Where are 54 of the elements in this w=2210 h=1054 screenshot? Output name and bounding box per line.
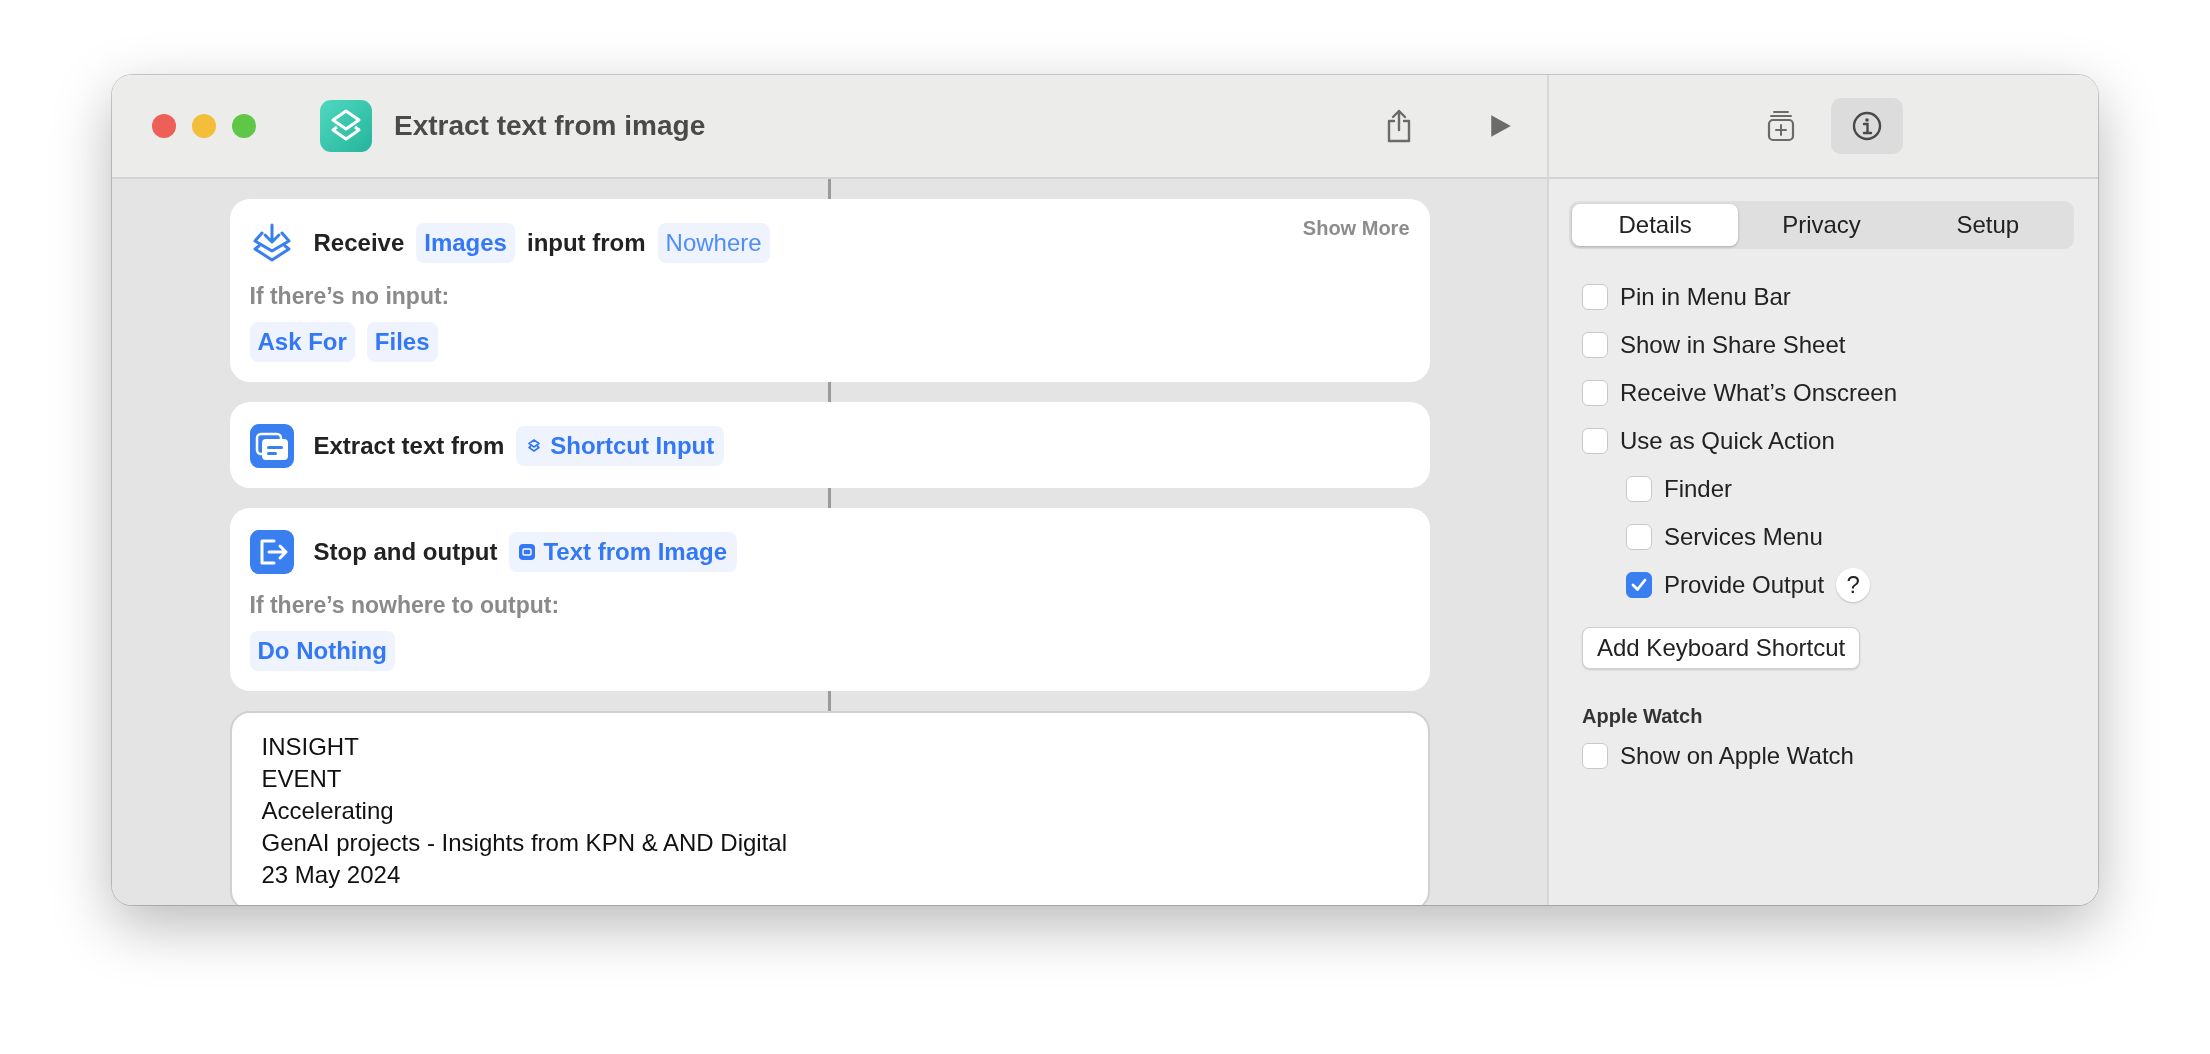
close-button[interactable] (152, 114, 176, 138)
action-card[interactable]: Receive Images input from Nowhere Show More If there’s no input: Ask For Files (229, 199, 1430, 382)
checkbox-label: Services Menu (1664, 523, 1823, 551)
fallback-token[interactable]: Ask For (249, 322, 355, 362)
layers-icon (526, 438, 543, 454)
help-button[interactable]: ? (1836, 568, 1871, 602)
checkbox-label: Use as Quick Action (1620, 427, 1835, 455)
checkbox-label: Pin in Menu Bar (1620, 283, 1791, 311)
info-icon (1850, 110, 1883, 142)
checkbox[interactable] (1626, 524, 1652, 550)
image-text-icon (519, 544, 536, 560)
checkbox[interactable] (1582, 380, 1608, 406)
action-card[interactable]: Stop and output Text from Image If there’s nowhere to output: Do Nothing (229, 508, 1430, 691)
result-text-line: INSIGHT (261, 732, 360, 762)
checkbox[interactable] (1626, 476, 1652, 502)
result-text-line: 23 May 2024 (261, 860, 402, 890)
checkbox-label: Finder (1664, 475, 1733, 503)
add-keyboard-shortcut-button[interactable]: Add Keyboard Shortcut (1582, 627, 1861, 669)
zoom-button[interactable] (232, 114, 256, 138)
result-text-line: Accelerating (261, 796, 395, 826)
checkbox[interactable] (1626, 572, 1652, 598)
checkbox[interactable] (1582, 743, 1608, 769)
checkbox-label: Receive What’s Onscreen (1620, 379, 1897, 407)
image-text-icon (249, 424, 294, 468)
checkbox[interactable] (1582, 332, 1608, 358)
checkbox[interactable] (1582, 428, 1608, 454)
fallback-label: If there’s nowhere to output: (249, 592, 561, 619)
window-title: Extract text from image (394, 110, 706, 142)
checkbox[interactable] (1582, 284, 1608, 310)
minimize-button[interactable] (192, 114, 216, 138)
action-card[interactable]: Extract text from Shortcut Input (229, 402, 1430, 488)
inspector-tab[interactable]: Setup (1904, 204, 2071, 246)
layers-app-icon (320, 100, 372, 152)
result-text-line: EVENT (261, 764, 343, 794)
variable-token[interactable]: Text from Image (509, 532, 738, 572)
inspector-tab[interactable]: Privacy (1738, 204, 1905, 246)
checkbox-label: Show on Apple Watch (1620, 742, 1854, 770)
section-heading: Apple Watch (1582, 705, 1704, 728)
checkbox-label: Provide Output (1664, 571, 1825, 599)
action-text: input from (526, 229, 646, 257)
action-text: Receive (313, 229, 405, 257)
action-text: Stop and output (313, 538, 498, 566)
result-text-line: GenAI projects - Insights from KPN & AND Digital (261, 828, 788, 858)
fallback-label: If there’s no input: (249, 283, 451, 310)
run-icon[interactable] (1489, 113, 1513, 139)
inspector-tab[interactable]: Details (1572, 204, 1739, 246)
fallback-token[interactable]: Files (366, 322, 438, 362)
fallback-token[interactable]: Do Nothing (249, 631, 395, 671)
share-icon[interactable] (1385, 109, 1413, 143)
inspector-tool-button[interactable] (1830, 98, 1903, 154)
variable-token[interactable]: Shortcut Input (516, 426, 725, 466)
checkbox-label: Show in Share Sheet (1620, 331, 1846, 359)
parameter-token[interactable]: Images (416, 223, 515, 263)
action-text: Extract text from (313, 432, 505, 460)
